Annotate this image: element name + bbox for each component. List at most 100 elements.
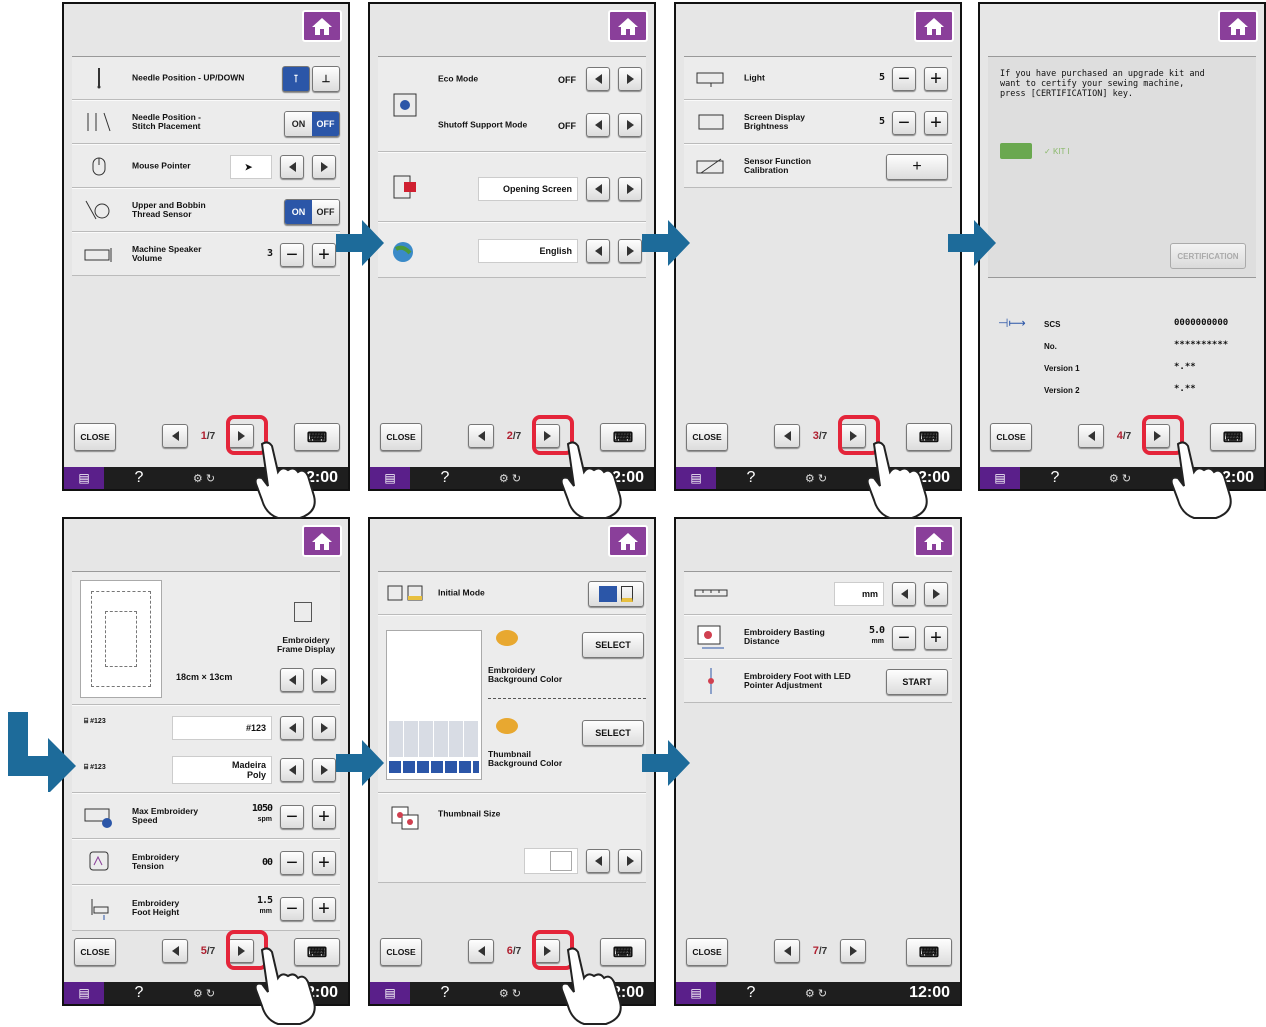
toggle-off[interactable]: OFF [312, 112, 339, 136]
foot-height-value: 1.5 mm [242, 896, 273, 917]
minus-button[interactable]: − [280, 897, 304, 921]
home-button[interactable] [302, 525, 342, 557]
next-button[interactable] [312, 668, 336, 692]
prev-button[interactable] [280, 668, 304, 692]
home-button[interactable] [1218, 10, 1258, 42]
prev-button[interactable] [586, 113, 610, 137]
prev-button[interactable] [280, 716, 304, 740]
prev-button[interactable] [892, 582, 916, 606]
certification-button[interactable]: CERTIFICATION [1170, 243, 1246, 269]
minus-button[interactable]: − [280, 243, 304, 267]
row-background-color: Embroidery Background Color SELECT Thumb… [378, 615, 646, 793]
help-button[interactable]: ? [104, 984, 174, 1002]
minus-button[interactable]: − [280, 851, 304, 875]
speed-value: 1050 spm [236, 804, 273, 825]
plus-button[interactable]: + [312, 805, 336, 829]
page-next-button[interactable] [840, 939, 866, 963]
help-button[interactable]: ? [410, 984, 480, 1002]
next-button[interactable] [618, 113, 642, 137]
page-prev-button[interactable] [468, 424, 494, 448]
prev-button[interactable] [586, 67, 610, 91]
prev-button[interactable] [280, 155, 304, 179]
page-prev-button[interactable] [774, 939, 800, 963]
toggle-on[interactable]: ON [285, 200, 312, 224]
page-prev-button[interactable] [162, 424, 188, 448]
close-button[interactable]: CLOSE [380, 423, 422, 451]
page-prev-button[interactable] [162, 939, 188, 963]
prev-button[interactable] [586, 239, 610, 263]
memo-button[interactable]: ▤ [676, 467, 716, 489]
next-button[interactable] [312, 155, 336, 179]
preview-grid [389, 721, 479, 757]
minus-button[interactable]: − [280, 805, 304, 829]
frame-inner [105, 611, 137, 667]
page-indicator: 6/7 [506, 945, 522, 957]
memo-button[interactable]: ▤ [370, 467, 410, 489]
close-button[interactable]: CLOSE [686, 423, 728, 451]
calibration-button[interactable]: + [886, 154, 948, 180]
needle-down-button[interactable]: ⊥ [312, 66, 340, 92]
page-total: 7 [515, 946, 522, 957]
row-unit: mm [684, 571, 952, 615]
plus-button[interactable]: + [312, 243, 336, 267]
memo-button[interactable]: ▤ [64, 467, 104, 489]
next-button[interactable] [618, 67, 642, 91]
frame-size: 18cm × 13cm [176, 672, 232, 682]
close-button[interactable]: CLOSE [686, 938, 728, 966]
minus-button[interactable]: − [892, 111, 916, 135]
initial-mode-button[interactable] [588, 581, 644, 607]
memo-button[interactable]: ▤ [676, 982, 716, 1004]
select-button[interactable]: SELECT [582, 720, 644, 746]
plus-button[interactable]: + [312, 897, 336, 921]
plus-button[interactable]: + [924, 626, 948, 650]
pointing-hand-icon [254, 947, 316, 1025]
minus-button[interactable]: − [892, 67, 916, 91]
machine-settings-button[interactable]: ⌨ [906, 938, 952, 966]
next-button[interactable] [924, 582, 948, 606]
needle-stitch-toggle[interactable]: ON OFF [284, 111, 340, 137]
next-button[interactable] [618, 849, 642, 873]
toggle-on[interactable]: ON [285, 112, 312, 136]
home-button[interactable] [608, 525, 648, 557]
start-button[interactable]: START [886, 669, 948, 695]
home-button[interactable] [608, 10, 648, 42]
next-button[interactable] [312, 758, 336, 782]
plus-button[interactable]: + [312, 851, 336, 875]
page-prev-button[interactable] [774, 424, 800, 448]
help-button[interactable]: ? [716, 984, 786, 1002]
next-button[interactable] [618, 177, 642, 201]
needle-up-button[interactable]: ⊺ [282, 66, 310, 92]
flow-arrow-icon [642, 220, 690, 266]
memo-button[interactable]: ▤ [370, 982, 410, 1004]
home-button[interactable] [914, 525, 954, 557]
help-button[interactable]: ? [1020, 469, 1090, 487]
brightness-value: 5 [878, 116, 885, 127]
help-button[interactable]: ? [104, 469, 174, 487]
page-prev-button[interactable] [468, 939, 494, 963]
next-button[interactable] [618, 239, 642, 263]
memo-button[interactable]: ▤ [64, 982, 104, 1004]
close-button[interactable]: CLOSE [990, 423, 1032, 451]
home-button[interactable] [302, 10, 342, 42]
next-button[interactable] [312, 716, 336, 740]
status-icon: ⚙ ↻ [498, 472, 522, 485]
home-button[interactable] [914, 10, 954, 42]
thread-sensor-toggle[interactable]: ON OFF [284, 199, 340, 225]
prev-button[interactable] [586, 849, 610, 873]
help-button[interactable]: ? [410, 469, 480, 487]
page-prev-button[interactable] [1078, 424, 1104, 448]
minus-button[interactable]: − [892, 626, 916, 650]
help-button[interactable]: ? [716, 469, 786, 487]
tension-icon [80, 849, 118, 875]
basting-unit: mm [871, 638, 884, 645]
prev-button[interactable] [586, 177, 610, 201]
select-button[interactable]: SELECT [582, 632, 644, 658]
prev-button[interactable] [280, 758, 304, 782]
memo-button[interactable]: ▤ [980, 467, 1020, 489]
plus-button[interactable]: + [924, 111, 948, 135]
toggle-off[interactable]: OFF [312, 200, 339, 224]
close-button[interactable]: CLOSE [74, 938, 116, 966]
close-button[interactable]: CLOSE [380, 938, 422, 966]
plus-button[interactable]: + [924, 67, 948, 91]
close-button[interactable]: CLOSE [74, 423, 116, 451]
